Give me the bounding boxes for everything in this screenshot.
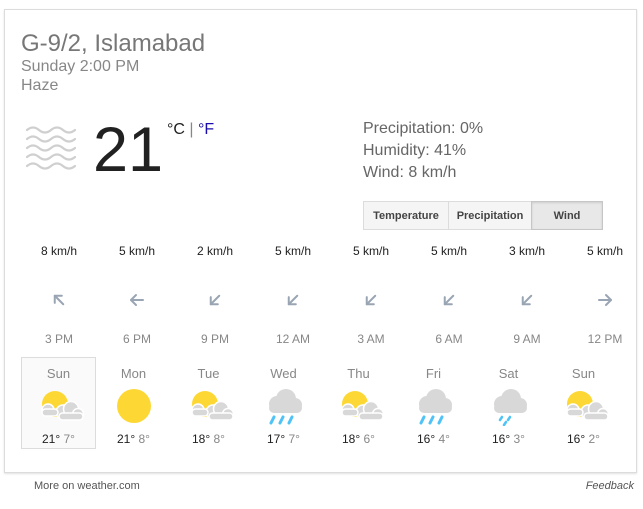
light-rain-icon <box>484 386 534 427</box>
day-name: Wed <box>270 366 297 381</box>
low-temperature: 4° <box>438 432 450 446</box>
high-temperature: 16° <box>567 432 586 446</box>
day-name: Mon <box>120 366 147 381</box>
day-temperatures: 21° 7° <box>22 432 95 446</box>
weather-source-link[interactable]: More on weather.com <box>34 480 140 492</box>
current-condition: Haze <box>21 77 59 94</box>
wind-speed: 5 km/h <box>118 244 155 258</box>
unit-toggle: °C | °F <box>167 121 214 139</box>
wind-speed: 5 km/h <box>586 244 623 258</box>
wind-arrow-icon <box>598 294 612 306</box>
tab-temperature[interactable]: Temperature <box>363 201 449 230</box>
day-temperatures: 16° 2° <box>547 432 620 446</box>
day-temperatures: 16° 4° <box>397 432 470 446</box>
day-name: Sat <box>498 366 519 381</box>
high-temperature: 16° <box>492 432 511 446</box>
wind-speed: 2 km/h <box>196 244 233 258</box>
partly-cloudy-icon <box>34 386 85 426</box>
forecast-day[interactable]: Mon 21° 8° <box>96 357 171 449</box>
wind-time-label: 6 PM <box>122 332 151 346</box>
rain-icon <box>259 386 309 426</box>
forecast-day[interactable]: Tue 18° 8° <box>171 357 246 449</box>
wind-arrow-icon <box>130 294 144 306</box>
wind-speed: 8 km/h <box>40 244 77 258</box>
chart-tabs: Temperature Precipitation Wind <box>363 201 603 230</box>
high-temperature: 21° <box>117 432 136 446</box>
wind-time-label: 3 AM <box>357 332 385 346</box>
day-temperatures: 18° 6° <box>322 432 395 446</box>
forecast-day[interactable]: Sun 21° 7° <box>21 357 96 449</box>
tab-precipitation[interactable]: Precipitation <box>448 201 532 230</box>
location-title: G-9/2, Islamabad <box>21 30 206 57</box>
celsius-unit[interactable]: °C <box>167 121 185 138</box>
low-temperature: 7° <box>63 432 75 446</box>
weather-card: G-9/2, Islamabad Sunday 2:00 PM Haze 21 … <box>4 9 637 473</box>
wind-arrow-icon <box>53 294 65 306</box>
low-temperature: 8° <box>213 432 225 446</box>
wind-speed: 5 km/h <box>430 244 467 258</box>
humidity-detail: Humidity: 41% <box>363 142 467 159</box>
forecast-day[interactable]: Sun 16° 2° <box>546 357 621 449</box>
weather-details: Precipitation: 0% Humidity: 41% Wind: 8 … <box>363 118 483 184</box>
wind-speed: 5 km/h <box>274 244 311 258</box>
low-temperature: 3° <box>513 432 525 446</box>
partly-cloudy-icon <box>334 386 385 426</box>
precipitation-detail: Precipitation: 0% <box>363 120 484 137</box>
wind-time-label: 6 AM <box>435 332 463 346</box>
rain-icon <box>409 386 459 426</box>
day-name: Fri <box>425 366 442 381</box>
wind-arrow-icon <box>287 294 299 306</box>
wind-detail: Wind: 8 km/h <box>363 164 457 181</box>
day-name: Sun <box>571 366 596 381</box>
haze-icon <box>25 126 77 170</box>
high-temperature: 16° <box>417 432 436 446</box>
fahrenheit-unit[interactable]: °F <box>198 121 214 138</box>
sunny-icon <box>109 386 159 426</box>
forecast-day[interactable]: Sat 16° 3° <box>471 357 546 449</box>
high-temperature: 17° <box>267 432 286 446</box>
high-temperature: 18° <box>342 432 361 446</box>
wind-time-label: 9 PM <box>200 332 229 346</box>
forecast-day[interactable]: Fri 16° 4° <box>396 357 471 449</box>
forecast-day[interactable]: Thu 18° 6° <box>321 357 396 449</box>
low-temperature: 7° <box>288 432 300 446</box>
wind-time-label: 12 AM <box>275 332 311 346</box>
day-temperatures: 16° 3° <box>472 432 545 446</box>
wind-time-label: 9 AM <box>513 332 541 346</box>
feedback-link[interactable]: Feedback <box>586 480 634 492</box>
low-temperature: 2° <box>588 432 600 446</box>
current-datetime: Sunday 2:00 PM <box>21 58 140 75</box>
day-name: Thu <box>347 366 370 381</box>
day-temperatures: 17° 7° <box>247 432 320 446</box>
partly-cloudy-icon <box>184 386 235 426</box>
wind-time-label: 12 PM <box>587 332 623 346</box>
wind-time-label: 3 PM <box>44 332 73 346</box>
wind-speed: 3 km/h <box>508 244 545 258</box>
low-temperature: 6° <box>363 432 375 446</box>
day-name: Sun <box>46 366 71 381</box>
wind-forecast-row: 8 km/h 3 PM 5 km/h 6 PM 2 km/h 9 PM 5 km/h 12 A… <box>5 242 636 352</box>
tab-wind[interactable]: Wind <box>531 201 603 230</box>
day-temperatures: 21° 8° <box>97 432 170 446</box>
low-temperature: 8° <box>138 432 150 446</box>
high-temperature: 18° <box>192 432 211 446</box>
wind-arrow-icon <box>443 294 455 306</box>
partly-cloudy-icon <box>559 386 610 426</box>
daily-forecast: Sun 21° 7° Mon 21° 8° Tue 18° 8° Wed 17° 7° Thu 1… <box>21 357 621 449</box>
high-temperature: 21° <box>42 432 61 446</box>
current-temperature: 21 <box>93 115 164 185</box>
unit-separator: | <box>189 121 194 138</box>
wind-arrow-icon <box>209 294 221 306</box>
day-temperatures: 18° 8° <box>172 432 245 446</box>
wind-arrow-icon <box>365 294 377 306</box>
forecast-day[interactable]: Wed 17° 7° <box>246 357 321 449</box>
wind-speed: 5 km/h <box>352 244 389 258</box>
wind-arrow-icon <box>521 294 533 306</box>
day-name: Tue <box>197 366 220 381</box>
